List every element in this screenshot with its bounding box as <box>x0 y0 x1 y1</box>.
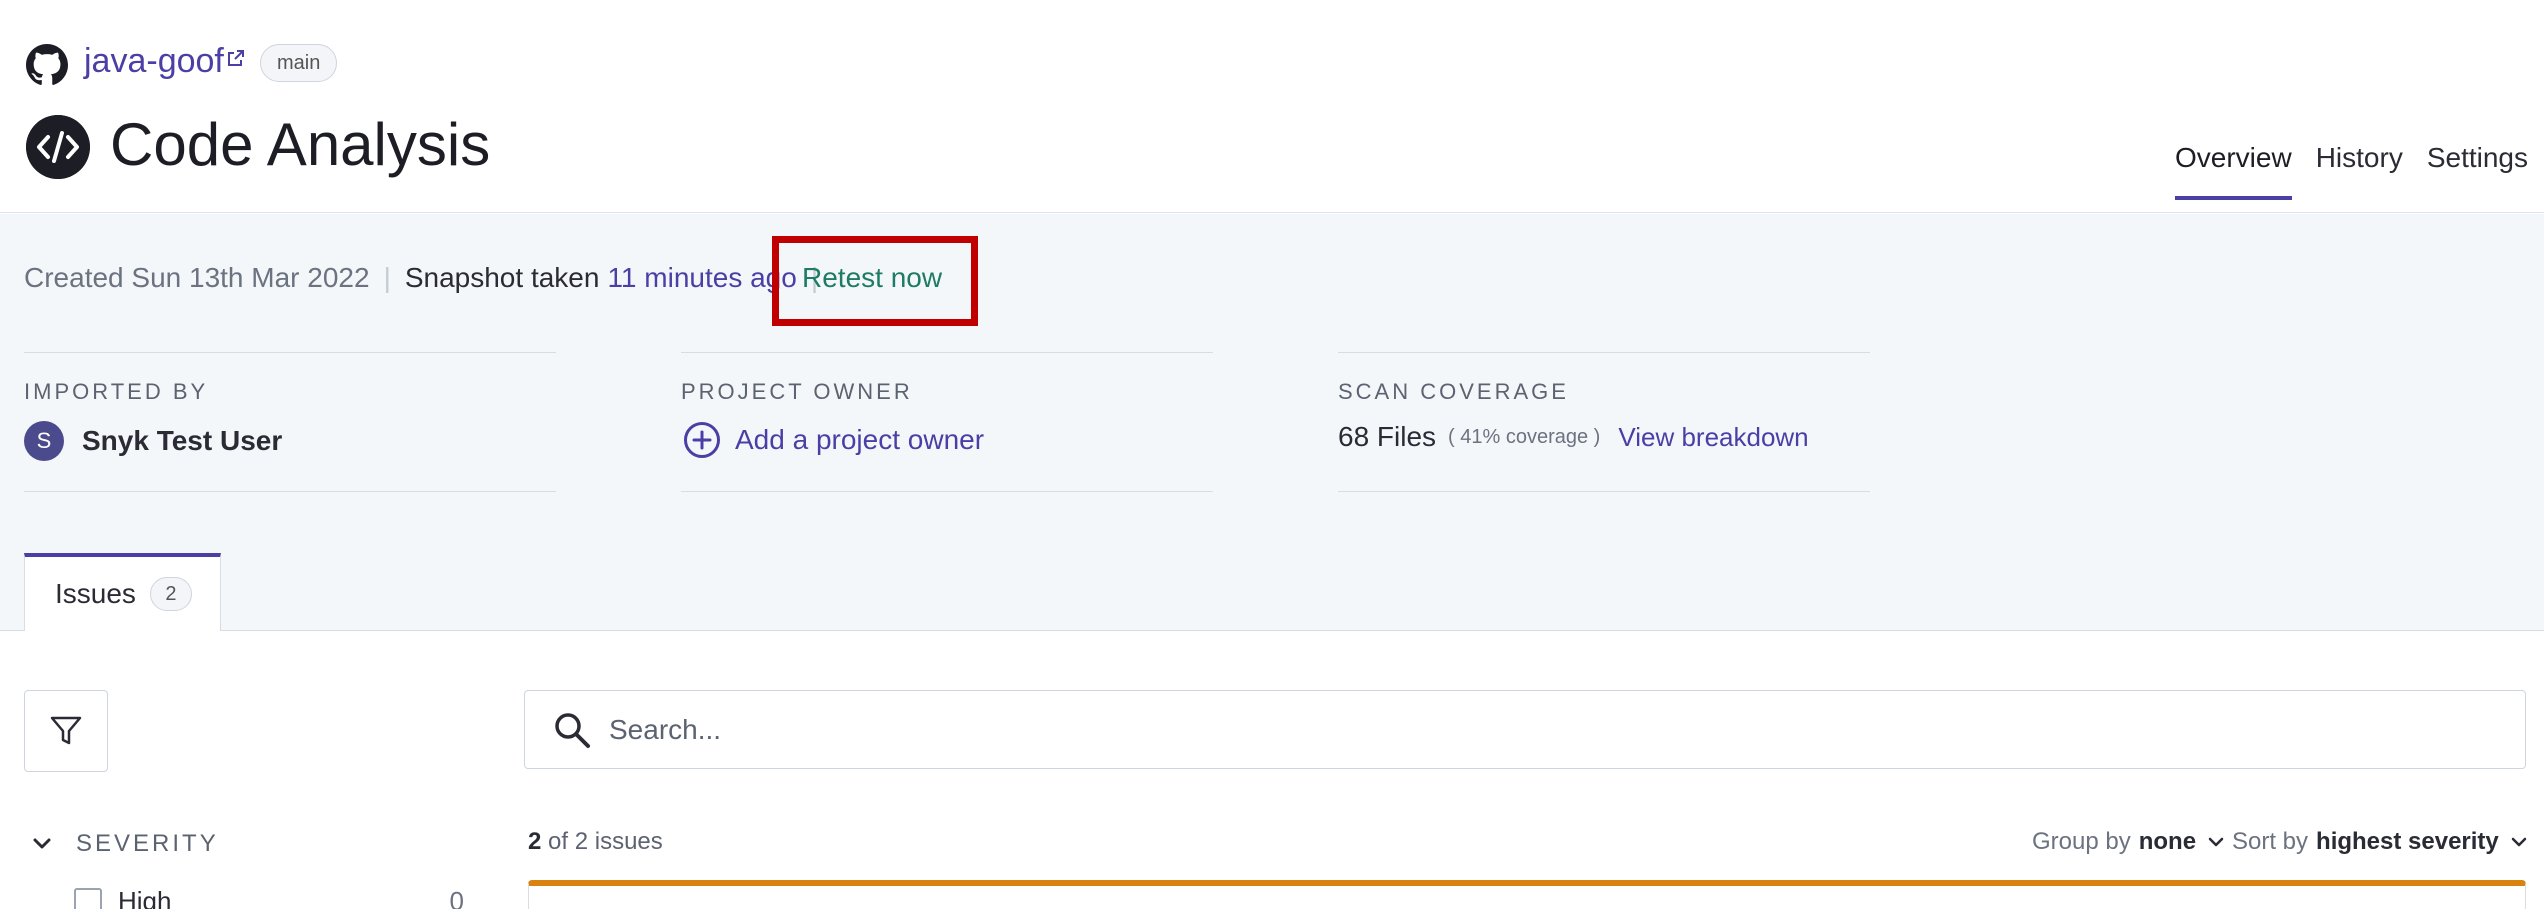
issue-card[interactable] <box>528 880 2526 909</box>
search-box <box>524 690 2526 769</box>
importer-name: Snyk Test User <box>82 425 283 456</box>
filter-toggle-button[interactable] <box>24 690 108 772</box>
sort-by-dropdown[interactable]: Sort by highest severity <box>2232 828 2529 856</box>
results-total-text: of 2 issues <box>548 828 663 855</box>
issues-tab-label: Issues <box>55 578 136 609</box>
project-owner-section: PROJECT OWNER Add a project owner <box>681 352 1213 492</box>
divider: | <box>383 262 391 293</box>
severity-count: 0 <box>449 886 464 909</box>
tab-settings[interactable]: Settings <box>2427 142 2528 200</box>
scan-coverage-section: SCAN COVERAGE 68 Files ( 41% coverage ) … <box>1338 352 1870 492</box>
sort-by-value: highest severity <box>2316 828 2499 855</box>
group-by-label: Group by <box>2032 828 2131 855</box>
imported-by-label: IMPORTED BY <box>24 379 209 404</box>
external-link-icon[interactable] <box>226 48 246 68</box>
avatar: S <box>24 421 64 461</box>
repo-link[interactable]: java-goof <box>84 42 224 81</box>
imported-by-section: IMPORTED BY S Snyk Test User <box>24 352 556 492</box>
filter-icon <box>50 716 82 745</box>
files-count: 68 Files <box>1338 421 1437 452</box>
code-icon <box>26 115 90 179</box>
sort-by-label: Sort by <box>2232 828 2309 855</box>
severity-filter-toggle[interactable]: SEVERITY <box>30 830 219 858</box>
snapshot-label: Snapshot taken <box>404 262 600 293</box>
severity-name: High <box>118 886 172 909</box>
retest-now-button[interactable]: Retest now <box>802 262 942 294</box>
tab-overview[interactable]: Overview <box>2175 142 2292 200</box>
view-breakdown-link[interactable]: View breakdown <box>1618 422 1808 453</box>
chevron-down-icon <box>33 838 51 849</box>
chevron-down-icon <box>2511 837 2527 847</box>
issues-count-badge: 2 <box>149 577 192 611</box>
chevron-down-icon <box>2208 837 2224 847</box>
coverage-percent: ( 41% coverage ) <box>1448 425 1601 448</box>
severity-row-high: High 0 <box>74 886 464 909</box>
severity-label: SEVERITY <box>76 830 219 857</box>
search-icon <box>555 713 590 748</box>
group-by-dropdown[interactable]: Group by none <box>2032 828 2226 856</box>
group-by-value: none <box>2138 828 2197 855</box>
tab-divider <box>0 630 2544 631</box>
tab-issues[interactable]: Issues 2 <box>24 553 221 631</box>
page-title: Code Analysis <box>110 111 491 178</box>
project-owner-label: PROJECT OWNER <box>681 379 913 404</box>
severity-high-checkbox[interactable] <box>74 887 102 909</box>
created-date: Created Sun 13th Mar 2022 <box>24 262 370 293</box>
add-project-owner-link[interactable]: Add a project owner <box>735 424 984 456</box>
snapshot-meta: Created Sun 13th Mar 2022 | Snapshot tak… <box>24 262 832 294</box>
snapshot-time[interactable]: 11 minutes ago <box>607 262 796 294</box>
results-shown: 2 <box>528 828 542 855</box>
scan-coverage-label: SCAN COVERAGE <box>1338 379 1569 404</box>
project-header: java-goof main Code Analysis Overview Hi… <box>0 0 2544 213</box>
plus-circle-icon <box>684 422 720 458</box>
results-count: 2 of 2 issues <box>528 828 663 856</box>
branch-badge: main <box>260 44 338 82</box>
github-icon <box>26 44 68 85</box>
project-nav: Overview History Settings <box>2151 142 2528 200</box>
tab-history[interactable]: History <box>2316 142 2403 200</box>
search-input[interactable] <box>599 691 2499 768</box>
add-project-owner-button[interactable]: Add a project owner <box>681 421 984 459</box>
